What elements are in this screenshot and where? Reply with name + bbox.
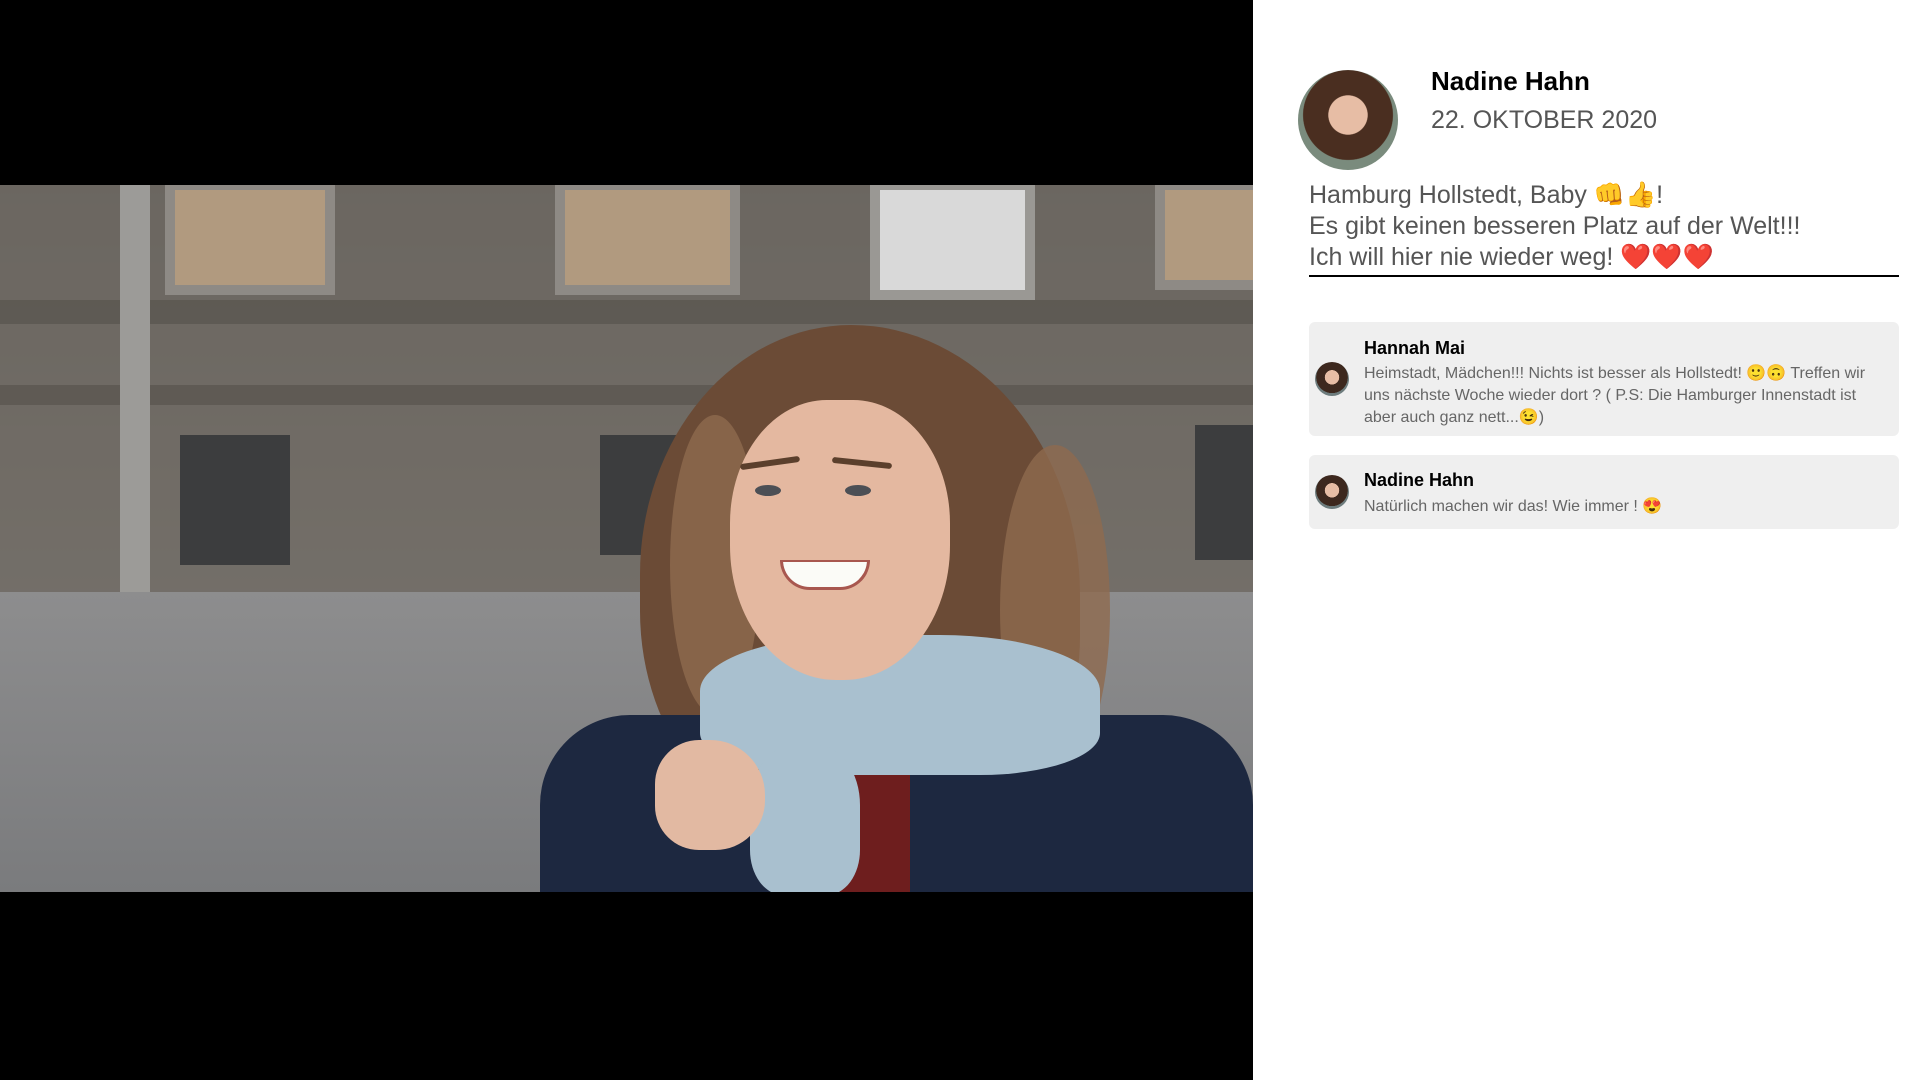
comment-text: Natürlich machen wir das! Wie immer ! 😍 (1364, 498, 1663, 515)
post-photo[interactable] (0, 185, 1253, 892)
comment-text: Heimstadt, Mädchen!!! Nichts ist besser … (1364, 365, 1866, 426)
building-band-lower (0, 385, 1253, 405)
post-caption: Hamburg Hollstedt, Baby 👊👍! Es gibt kein… (1309, 180, 1899, 277)
building-band (0, 300, 1253, 324)
eye (845, 485, 871, 496)
street-pole (120, 185, 150, 625)
building-window (1155, 185, 1253, 290)
post-date: 22. OKTOBER 2020 (1431, 106, 1658, 134)
caption-line: Ich will hier nie wieder weg! ❤️❤️❤️ (1309, 243, 1714, 271)
face (730, 400, 950, 680)
building-door (1195, 425, 1253, 560)
comment-author[interactable]: Hannah Mai (1364, 338, 1465, 359)
scarf (750, 745, 860, 892)
commenter-avatar[interactable] (1315, 475, 1349, 509)
building-window (870, 185, 1035, 300)
caption-line: Es gibt keinen besseren Platz auf der We… (1309, 212, 1801, 240)
comment: Hannah Mai Heimstadt, Mädchen!!! Nichts … (1309, 322, 1899, 436)
comment-author[interactable]: Nadine Hahn (1364, 470, 1474, 491)
post-sidebar: Nadine Hahn 22. OKTOBER 2020 Hamburg Hol… (1253, 0, 1920, 1080)
hand (655, 740, 765, 850)
eye (755, 485, 781, 496)
comment: Nadine Hahn Natürlich machen wir das! Wi… (1309, 455, 1899, 529)
author-avatar[interactable] (1298, 70, 1398, 170)
building-window (555, 185, 740, 295)
photo-pane (0, 0, 1253, 1080)
building-window (165, 185, 335, 295)
caption-line: Hamburg Hollstedt, Baby 👊👍! (1309, 181, 1664, 209)
building-door (180, 435, 290, 565)
post-author-name[interactable]: Nadine Hahn (1431, 66, 1590, 97)
commenter-avatar[interactable] (1315, 362, 1349, 396)
